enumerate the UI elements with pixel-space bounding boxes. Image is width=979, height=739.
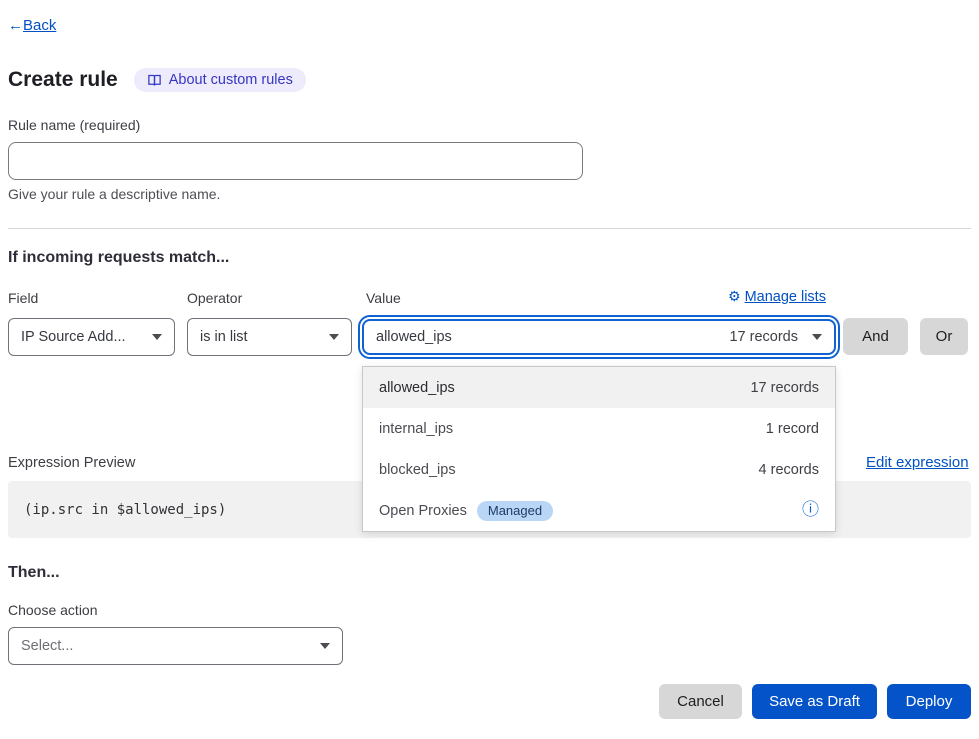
field-label: Field — [8, 290, 38, 306]
managed-badge: Managed — [477, 501, 553, 521]
list-option-meta: 1 record — [766, 421, 819, 437]
list-option-open-proxies[interactable]: Open Proxies Managed ⓘ — [363, 490, 835, 531]
value-select-meta: 17 records — [729, 329, 798, 345]
back-arrow-icon: ← — [8, 17, 23, 34]
list-option-name: allowed_ips — [379, 380, 455, 396]
expression-preview-label: Expression Preview — [8, 455, 135, 471]
expression-code: (ip.src in $allowed_ips) — [8, 502, 226, 518]
rule-name-helper: Give your rule a descriptive name. — [8, 186, 220, 202]
chevron-down-icon — [812, 334, 822, 340]
value-select-value: allowed_ips — [376, 329, 452, 345]
about-custom-rules-badge[interactable]: About custom rules — [134, 68, 306, 92]
save-as-draft-button[interactable]: Save as Draft — [752, 684, 877, 719]
and-button[interactable]: And — [843, 318, 908, 355]
manage-lists-label: Manage lists — [745, 289, 826, 305]
value-label: Value — [366, 290, 401, 306]
section-divider — [8, 228, 971, 229]
edit-expression-link[interactable]: Edit expression — [866, 454, 969, 471]
info-icon[interactable]: ⓘ — [802, 502, 819, 519]
gear-icon: ⚙ — [728, 289, 741, 305]
operator-select[interactable]: is in list — [187, 318, 352, 356]
field-select[interactable]: IP Source Add... — [8, 318, 175, 356]
list-option-name: internal_ips — [379, 421, 453, 437]
then-section-heading: Then... — [8, 564, 60, 582]
chevron-down-icon — [152, 334, 162, 340]
operator-label: Operator — [187, 290, 242, 306]
page-title: Create rule — [8, 68, 118, 92]
back-link-label: Back — [23, 17, 56, 34]
action-select-placeholder: Select... — [21, 638, 73, 654]
match-section-heading: If incoming requests match... — [8, 249, 229, 267]
list-option-blocked-ips[interactable]: blocked_ips 4 records — [363, 449, 835, 490]
cancel-button[interactable]: Cancel — [659, 684, 742, 719]
choose-action-label: Choose action — [8, 602, 98, 618]
field-select-value: IP Source Add... — [21, 329, 126, 345]
list-dropdown-menu: allowed_ips 17 records internal_ips 1 re… — [362, 366, 836, 532]
chevron-down-icon — [329, 334, 339, 340]
list-option-name: Open Proxies — [379, 503, 467, 519]
chevron-down-icon — [320, 643, 330, 649]
edit-expression-label: Edit expression — [866, 454, 969, 471]
list-option-internal-ips[interactable]: internal_ips 1 record — [363, 408, 835, 449]
book-icon — [147, 73, 162, 88]
action-select[interactable]: Select... — [8, 627, 343, 665]
back-link[interactable]: ←Back — [8, 17, 56, 34]
or-button[interactable]: Or — [920, 318, 968, 355]
value-select[interactable]: allowed_ips 17 records — [362, 319, 836, 355]
list-option-name: blocked_ips — [379, 462, 456, 478]
list-option-allowed-ips[interactable]: allowed_ips 17 records — [363, 367, 835, 408]
rule-name-input[interactable] — [8, 142, 583, 180]
list-option-meta: 17 records — [750, 380, 819, 396]
rule-name-label: Rule name (required) — [8, 117, 140, 133]
manage-lists-link[interactable]: ⚙Manage lists — [728, 289, 826, 305]
deploy-button[interactable]: Deploy — [887, 684, 971, 719]
operator-select-value: is in list — [200, 329, 248, 345]
create-rule-page: ←Back Create rule About custom rules Rul… — [0, 0, 979, 739]
list-option-meta: 4 records — [759, 462, 819, 478]
about-badge-label: About custom rules — [169, 72, 293, 88]
